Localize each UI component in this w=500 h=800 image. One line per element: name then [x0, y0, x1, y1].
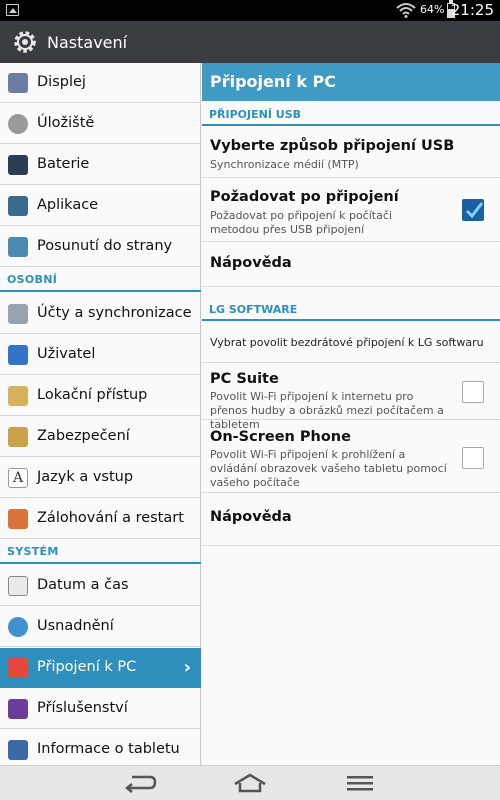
- section-header-personal: OSOBNÍ: [0, 268, 201, 292]
- setting-title: Nápověda: [210, 255, 292, 271]
- gear-icon[interactable]: [10, 27, 40, 57]
- checkmark-icon: [465, 202, 484, 219]
- sidebar-item-storage[interactable]: Úložiště: [0, 104, 201, 144]
- apps-icon: [8, 196, 28, 216]
- setting-title: PC Suite: [210, 371, 279, 387]
- menu-icon[interactable]: [342, 771, 378, 795]
- sidebar-item-date-time[interactable]: Datum a čas: [0, 566, 201, 606]
- ask-on-connection-checkbox[interactable]: [462, 199, 484, 221]
- clock: 21:25: [450, 1, 494, 19]
- calendar-icon: [8, 576, 28, 596]
- section-header-system: SYSTÉM: [0, 540, 201, 564]
- setting-summary: Požadovat po připojení k počítači metodo…: [210, 209, 392, 236]
- sidebar-item-location[interactable]: Lokační přístup: [0, 376, 201, 416]
- language-icon: A: [8, 468, 28, 488]
- sidebar-item-label: Uživatel: [37, 346, 96, 362]
- app-bar: Nastavení: [0, 21, 500, 63]
- section-header-label: LG SOFTWARE: [209, 303, 298, 316]
- sidebar-item-label: Usnadnění: [37, 618, 114, 634]
- app-title: Nastavení: [47, 33, 128, 52]
- sidebar-item-label: Aplikace: [37, 197, 99, 213]
- navigation-bar: [0, 765, 500, 800]
- sidebar-item-label: Informace o tabletu: [37, 741, 180, 757]
- sidebar-item-label: Displej: [37, 74, 86, 90]
- sidebar-item-security[interactable]: Zabezpečení: [0, 417, 201, 457]
- pc-connection-icon: [8, 658, 28, 678]
- setting-title: On-Screen Phone: [210, 429, 351, 445]
- battery-percent: 64%: [420, 3, 445, 16]
- on-screen-phone[interactable]: On-Screen Phone Povolit Wi-Fi připojení …: [202, 421, 500, 493]
- usb-connection-method[interactable]: Vyberte způsob připojení USB Synchroniza…: [202, 126, 500, 178]
- section-header-label: SYSTÉM: [7, 545, 59, 558]
- pc-suite[interactable]: PC Suite Povolit Wi-Fi připojení k inter…: [202, 364, 500, 431]
- accounts-icon: [8, 304, 28, 324]
- section-header-label: OSOBNÍ: [7, 273, 58, 286]
- sidebar-item-backup[interactable]: Zálohování a restart: [0, 499, 201, 539]
- sidebar-item-display[interactable]: Displej: [0, 63, 201, 103]
- sidebar-item-label: Datum a čas: [37, 577, 129, 593]
- sidebar-item-user[interactable]: Uživatel: [0, 335, 201, 375]
- sidebar-item-accessories[interactable]: Příslušenství: [0, 689, 201, 729]
- pc-connection-pane: Připojení k PC PŘIPOJENÍ USB Vyberte způ…: [202, 63, 500, 765]
- accessibility-icon: [8, 617, 28, 637]
- sidebar-item-label: Zabezpečení: [37, 428, 130, 444]
- side-swipe-icon: [8, 237, 28, 257]
- sidebar-item-label: Baterie: [37, 156, 90, 172]
- sidebar-item-label: Zálohování a restart: [37, 510, 184, 526]
- sidebar-item-label: Jazyk a vstup: [37, 469, 134, 485]
- sidebar-item-label: Úložiště: [37, 115, 95, 131]
- home-icon[interactable]: [232, 771, 268, 795]
- sidebar-item-accounts[interactable]: Účty a synchronizace: [0, 294, 201, 334]
- location-icon: [8, 386, 28, 406]
- sidebar-item-pc-connection[interactable]: Připojení k PC ›: [0, 648, 201, 688]
- sidebar-item-side-swipe[interactable]: Posunutí do strany: [0, 227, 201, 267]
- battery-icon: [8, 155, 28, 175]
- sidebar-item-apps[interactable]: Aplikace: [0, 186, 201, 226]
- sidebar-item-label: Účty a synchronizace: [37, 305, 192, 321]
- section-header-usb: PŘIPOJENÍ USB: [202, 104, 500, 126]
- ask-on-connection[interactable]: Požadovat po připojení Požadovat po přip…: [202, 179, 500, 242]
- setting-summary: Povolit Wi-Fi připojení k prohlížení a o…: [210, 448, 447, 489]
- sidebar-item-tablet-info[interactable]: Informace o tabletu: [0, 730, 201, 770]
- sidebar-item-language[interactable]: A Jazyk a vstup: [0, 458, 201, 498]
- sidebar-item-label: Lokační přístup: [37, 387, 148, 403]
- usb-help[interactable]: Nápověda: [202, 243, 500, 287]
- sidebar-item-label: Příslušenství: [37, 700, 128, 716]
- gallery-notification-icon: [6, 4, 19, 16]
- setting-summary: Synchronizace médií (MTP): [210, 158, 359, 171]
- back-icon[interactable]: [122, 771, 158, 795]
- setting-title: Nápověda: [210, 509, 292, 525]
- pc-suite-checkbox[interactable]: [462, 381, 484, 403]
- settings-categories: Displej Úložiště Baterie Aplikace Posunu…: [0, 63, 201, 765]
- pane-title-bar: Připojení k PC: [202, 63, 500, 101]
- setting-title: Požadovat po připojení: [210, 189, 399, 205]
- sidebar-item-battery[interactable]: Baterie: [0, 145, 201, 185]
- wifi-icon: [396, 3, 416, 18]
- setting-title: Vyberte způsob připojení USB: [210, 138, 455, 154]
- info-icon: [8, 740, 28, 760]
- backup-icon: [8, 509, 28, 529]
- sidebar-item-label: Posunutí do strany: [37, 238, 173, 254]
- lg-software-description: Vybrat povolit bezdrátové připojení k LG…: [202, 321, 500, 363]
- section-header-label: PŘIPOJENÍ USB: [209, 108, 302, 121]
- storage-icon: [8, 114, 28, 134]
- section-header-lg-software: LG SOFTWARE: [202, 299, 500, 321]
- user-icon: [8, 345, 28, 365]
- on-screen-phone-checkbox[interactable]: [462, 447, 484, 469]
- sidebar-item-accessibility[interactable]: Usnadnění: [0, 607, 201, 647]
- pane-title: Připojení k PC: [210, 72, 337, 91]
- lock-icon: [8, 427, 28, 447]
- sidebar-item-label: Připojení k PC: [37, 659, 137, 675]
- status-bar: 64% 21:25: [0, 0, 500, 21]
- display-icon: [8, 73, 28, 93]
- description-text: Vybrat povolit bezdrátové připojení k LG…: [210, 336, 484, 349]
- chevron-right-icon: ›: [183, 657, 191, 678]
- lg-software-help[interactable]: Nápověda: [202, 494, 500, 546]
- accessories-icon: [8, 699, 28, 719]
